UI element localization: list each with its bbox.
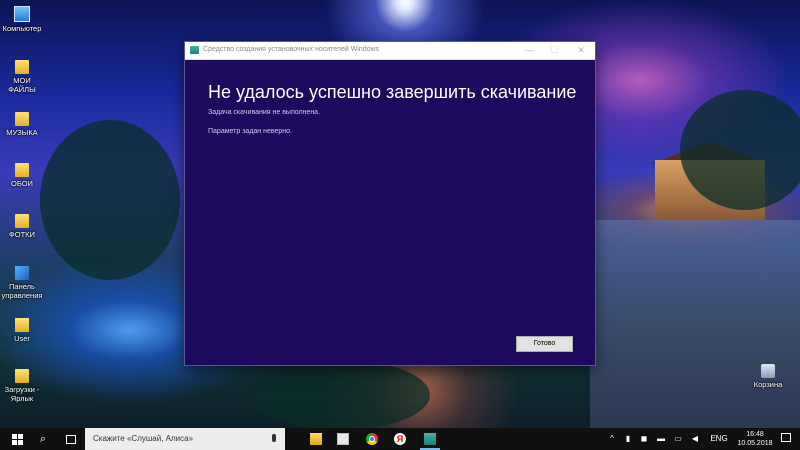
microphone-icon[interactable]	[272, 434, 276, 442]
wallpaper-tree	[250, 360, 430, 428]
desktop-icon-downloads[interactable]: Загрузки - Ярлык	[0, 369, 44, 403]
window-titlebar[interactable]: Средство создания установочных носителей…	[185, 42, 595, 60]
desktop-icon-recycle-bin[interactable]: Корзина	[746, 364, 790, 389]
desktop-icon-user[interactable]: User	[0, 318, 44, 343]
clock-date: 10.05.2018	[737, 440, 773, 447]
taskbar-app-yandex[interactable]: Я	[388, 428, 412, 450]
windows-logo-icon	[12, 434, 17, 439]
desktop-icon-control-panel[interactable]: Панель управления	[0, 266, 44, 300]
taskbar-app-media-creation-tool[interactable]	[418, 428, 442, 450]
desktop-icon-label: Компьютер	[2, 24, 42, 33]
desktop-icon-label: Панель управления	[1, 282, 43, 300]
folder-icon	[15, 112, 29, 126]
tray-icon[interactable]: ◼	[638, 428, 650, 450]
error-message: Параметр задан неверно.	[208, 128, 293, 135]
task-view-icon	[66, 435, 76, 444]
yandex-browser-icon: Я	[394, 433, 406, 445]
desktop-icon-label: Загрузки - Ярлык	[4, 385, 40, 403]
downloads-shortcut-icon	[15, 369, 29, 383]
desktop-icon-label: User	[14, 334, 30, 343]
folder-icon	[15, 214, 29, 228]
volume-icon[interactable]: ◀	[689, 428, 701, 450]
maximize-button[interactable]: ☐	[542, 42, 566, 59]
desktop-icon-photos[interactable]: ФОТКИ	[0, 214, 44, 239]
close-button[interactable]: ✕	[569, 42, 593, 59]
wallpaper-road	[590, 220, 800, 428]
search-input[interactable]: Скажите «Слушай, Алиса»	[85, 428, 285, 450]
control-panel-icon	[15, 266, 29, 280]
desktop-icon-music[interactable]: МУЗЫКА	[0, 112, 44, 137]
desktop-icon-label: ФОТКИ	[9, 230, 35, 239]
wallpaper-tree	[40, 120, 180, 280]
media-creation-tool-icon	[424, 433, 436, 445]
media-creation-tool-window: Средство создания установочных носителей…	[185, 42, 595, 365]
folder-icon	[15, 163, 29, 177]
folder-icon	[15, 60, 29, 74]
recycle-bin-icon	[761, 364, 775, 378]
language-indicator[interactable]: ENG	[708, 428, 730, 450]
taskbar-app-store[interactable]	[331, 428, 355, 450]
clock[interactable]: 16:48 10.05.2018	[735, 430, 775, 448]
search-icon[interactable]: ⌕	[33, 428, 53, 450]
tray-icon[interactable]: ▬	[655, 428, 667, 450]
file-explorer-icon	[310, 433, 322, 445]
media-creation-tool-icon	[190, 46, 199, 54]
desktop-icon-label: Корзина	[753, 380, 783, 389]
page-title: Не удалось успешно завершить скачивание	[208, 82, 577, 102]
desktop-icon-wallpapers[interactable]: ОБОИ	[0, 163, 44, 188]
done-button[interactable]: Готово	[516, 336, 573, 352]
tray-icon[interactable]: ▮	[622, 428, 634, 450]
status-text: Задача скачивания не выполнена.	[208, 109, 321, 116]
desktop-icon-my-files[interactable]: МОИ ФАЙЛЫ	[0, 60, 44, 94]
desktop-icon-label: ОБОИ	[11, 179, 33, 188]
taskbar-app-chrome[interactable]	[360, 428, 384, 450]
store-icon	[337, 433, 349, 445]
network-icon[interactable]: ▭	[672, 428, 684, 450]
user-folder-icon	[15, 318, 29, 332]
task-view-button[interactable]	[60, 428, 80, 450]
taskbar-app-explorer[interactable]	[304, 428, 328, 450]
search-placeholder: Скажите «Слушай, Алиса»	[93, 434, 194, 443]
chrome-icon	[366, 433, 378, 445]
start-button[interactable]	[5, 428, 29, 450]
window-title: Средство создания установочных носителей…	[203, 46, 380, 53]
taskbar: ⌕ Скажите «Слушай, Алиса» Я ^ ▮ ◼ ▬ ▭ ◀ …	[0, 428, 800, 450]
desktop-icon-computer[interactable]: Компьютер	[0, 6, 44, 33]
clock-time: 16:48	[746, 431, 764, 438]
tray-overflow-chevron[interactable]: ^	[606, 428, 618, 450]
wallpaper-tree	[680, 90, 800, 210]
computer-icon	[14, 6, 30, 22]
minimize-button[interactable]: —	[517, 42, 541, 59]
desktop-icon-label: МУЗЫКА	[6, 128, 38, 137]
action-center-icon[interactable]	[781, 433, 791, 442]
desktop-icon-label: МОИ ФАЙЛЫ	[8, 76, 36, 94]
